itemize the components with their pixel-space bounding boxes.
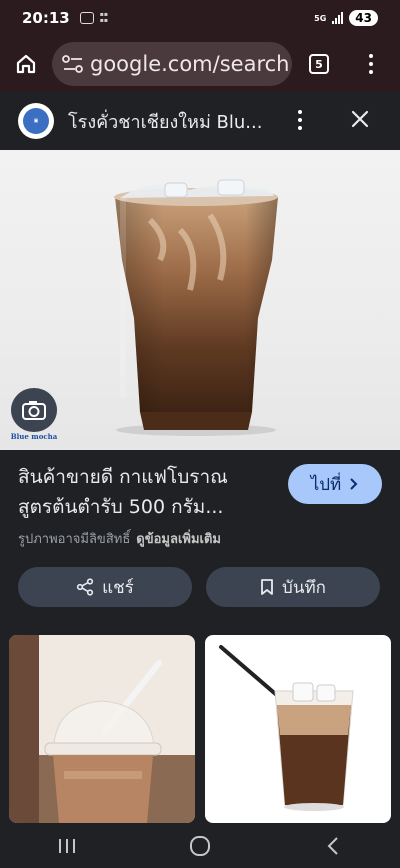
home-button[interactable]: [0, 36, 52, 92]
related-image-1[interactable]: [9, 635, 195, 823]
home-icon: [16, 54, 36, 74]
status-notification-icons: ▪▪ ▪▪: [79, 11, 108, 24]
viewer-more-button[interactable]: [298, 110, 302, 130]
share-label: แชร์: [102, 577, 134, 598]
save-label: บันทึก: [282, 577, 326, 598]
chevron-right-icon: [350, 478, 358, 490]
visit-button-label: ไปที่: [310, 474, 342, 495]
related-image-2[interactable]: [205, 635, 391, 823]
site-logo[interactable]: ▣: [18, 103, 54, 139]
bookmark-icon: [261, 579, 273, 595]
back-icon: [327, 836, 339, 855]
screenshot-icon: [79, 12, 94, 24]
tab-switcher-button[interactable]: 5: [292, 54, 346, 74]
related-images: [0, 635, 400, 823]
share-icon: [77, 578, 94, 596]
battery-indicator: 43: [349, 10, 378, 26]
back-nav-button[interactable]: [303, 826, 363, 866]
status-time: 20:13: [22, 9, 70, 27]
iced-coffee-cup-illustration: [114, 179, 278, 436]
image-viewer-header: ▣ โรงคั่วชาเชียงใหม่ Blu...: [0, 92, 400, 150]
close-icon[interactable]: [348, 107, 372, 131]
copyright-notice: รูปภาพอาจมีลิขสิทธิ์ ดูข้อมูลเพิ่มเติม: [18, 528, 221, 549]
home-nav-button[interactable]: [170, 826, 230, 866]
notification-icon: ▪▪ ▪▪: [99, 11, 108, 24]
site-settings-icon[interactable]: [62, 55, 84, 73]
browser-toolbar: google.com/search 5: [0, 36, 400, 92]
iced-coffee-glass-image: [219, 645, 354, 811]
visit-button[interactable]: ไปที่: [288, 464, 382, 504]
network-type: 5G: [314, 13, 327, 23]
recent-apps-icon: [58, 838, 75, 853]
save-button[interactable]: บันทึก: [206, 567, 380, 607]
site-logo-mark: ▣: [23, 108, 49, 134]
product-info-panel: สินค้าขายดี กาแฟโบราณ สูตรต้นตำรับ 500 ก…: [0, 450, 400, 635]
tab-count: 5: [309, 54, 329, 74]
watermark-text: Blue mocha: [10, 432, 58, 441]
address-bar[interactable]: google.com/search: [52, 42, 292, 86]
more-vert-icon: [298, 110, 302, 130]
product-title-line-1: สินค้าขายดี กาแฟโบราณ: [18, 466, 228, 488]
signal-icon: [332, 12, 344, 24]
status-bar: 20:13 ▪▪ ▪▪ 5G 43: [0, 0, 400, 36]
iced-coffee-lid-image: [9, 635, 195, 823]
home-circle-icon: [189, 835, 210, 856]
watermark: Blue mocha: [8, 388, 60, 441]
product-title-line-2: สูตรต้นตำรับ 500 กรัม...: [18, 496, 224, 518]
product-image[interactable]: Blue mocha: [0, 150, 400, 450]
more-info-link[interactable]: ดูข้อมูลเพิ่มเติม: [136, 532, 221, 547]
share-button[interactable]: แชร์: [18, 567, 192, 607]
url-text: google.com/search: [90, 52, 290, 76]
system-nav-bar: [0, 823, 400, 868]
status-right: 5G 43: [314, 10, 378, 26]
product-title: สินค้าขายดี กาแฟโบราณ สูตรต้นตำรับ 500 ก…: [18, 462, 280, 522]
copyright-text: รูปภาพอาจมีลิขสิทธิ์: [18, 532, 131, 547]
browser-menu-button[interactable]: [346, 54, 396, 74]
more-vert-icon: [369, 54, 373, 74]
site-title[interactable]: โรงคั่วชาเชียงใหม่ Blu...: [68, 107, 278, 136]
camera-icon: [11, 388, 57, 432]
recent-apps-button[interactable]: [37, 826, 97, 866]
